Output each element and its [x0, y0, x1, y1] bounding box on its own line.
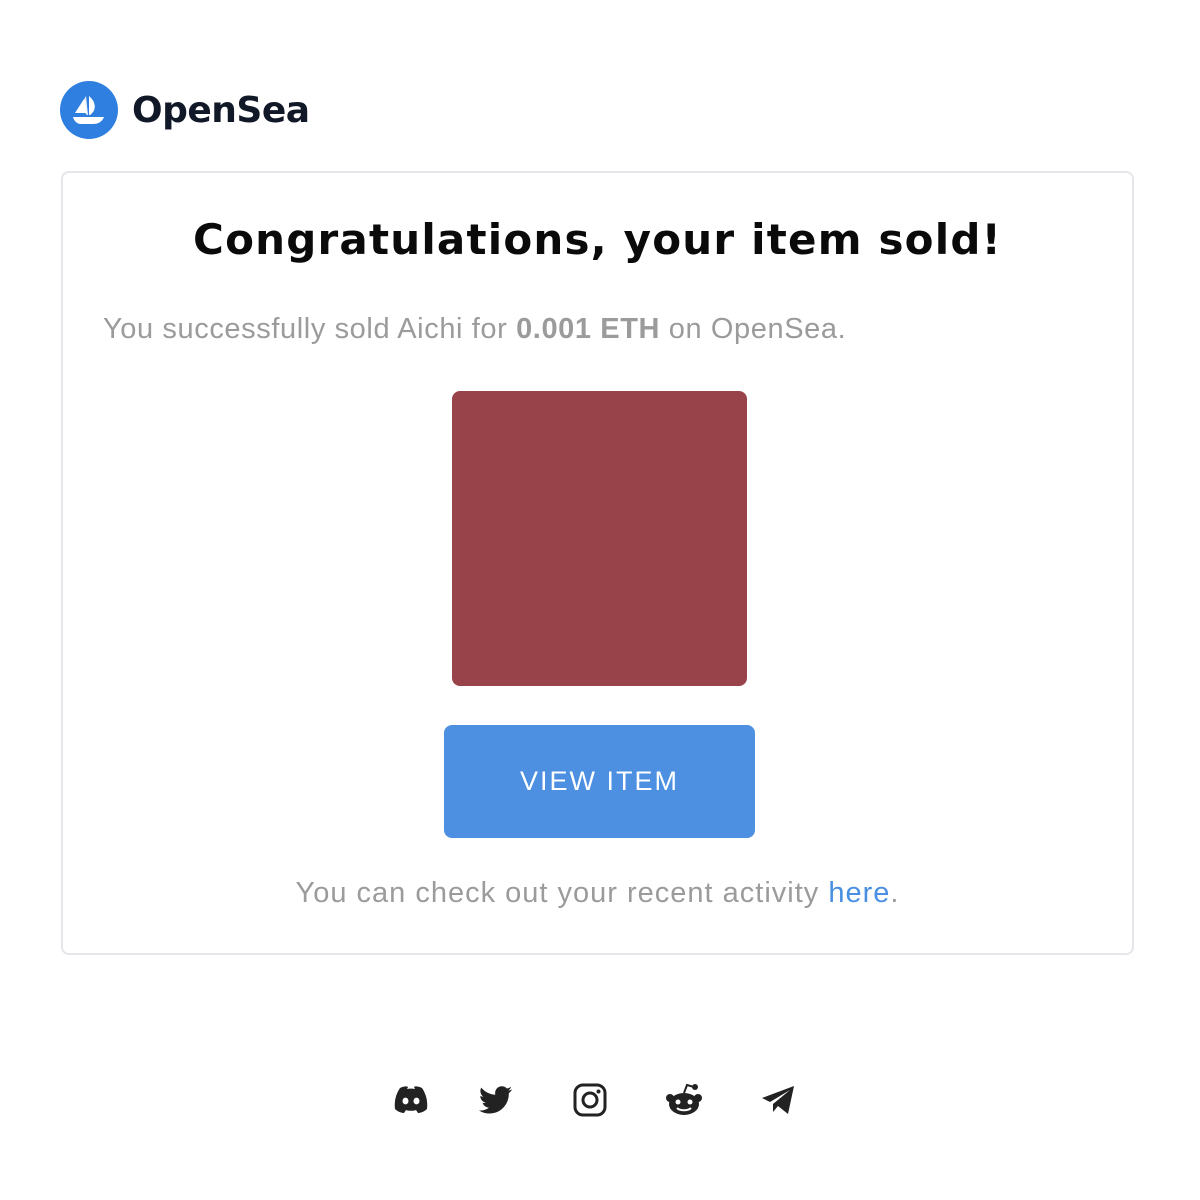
brand-name: OpenSea	[132, 89, 310, 131]
discord-icon[interactable]	[389, 1078, 433, 1122]
activity-here-link[interactable]: here	[828, 877, 890, 909]
activity-message-prefix: You can check out your recent activity	[295, 877, 829, 909]
reddit-icon[interactable]	[662, 1078, 706, 1122]
view-item-button[interactable]: VIEW ITEM	[444, 725, 755, 838]
sold-message-suffix: on OpenSea.	[660, 313, 847, 345]
twitter-icon[interactable]	[474, 1078, 518, 1122]
item-image[interactable]	[452, 391, 747, 686]
social-links	[0, 1078, 1200, 1122]
sold-message: You successfully sold Aichi for 0.001 ET…	[103, 313, 846, 346]
email-page: OpenSea Congratulations, your item sold!…	[0, 0, 1200, 1200]
activity-message-suffix: .	[890, 877, 900, 909]
activity-message: You can check out your recent activity h…	[63, 877, 1132, 910]
headline: Congratulations, your item sold!	[193, 215, 1002, 264]
brand-header[interactable]: OpenSea	[60, 80, 310, 140]
sold-message-prefix: You successfully sold Aichi for	[103, 313, 517, 345]
sale-notification-card: Congratulations, your item sold! You suc…	[61, 171, 1134, 955]
opensea-ship-icon	[60, 81, 118, 139]
instagram-icon[interactable]	[568, 1078, 612, 1122]
sold-price: 0.001 ETH	[516, 313, 661, 345]
telegram-icon[interactable]	[756, 1078, 800, 1122]
